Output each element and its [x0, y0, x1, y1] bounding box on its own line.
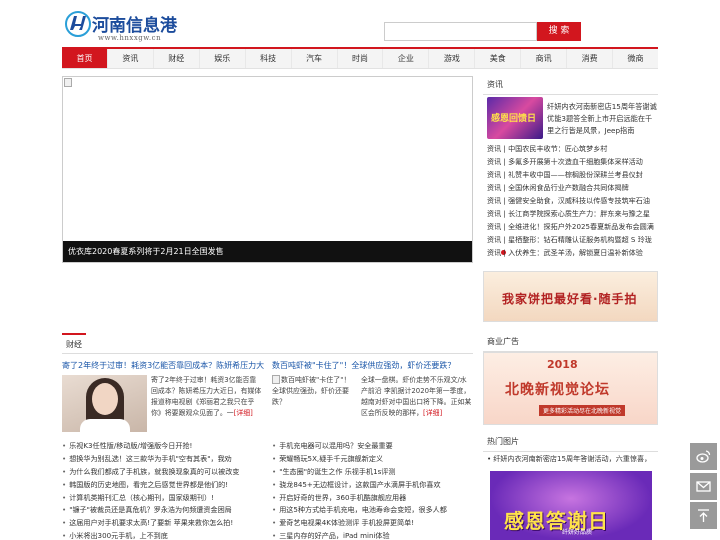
logo-text: 河南信息港 [92, 16, 177, 36]
business-ad-sub: 更多精彩活动尽在北晚新视觉 [539, 405, 626, 416]
logo-icon [65, 11, 91, 37]
news-section-title: 资讯 [483, 76, 658, 95]
finance-right-column: 数百吨虾被"卡住了"！全球供应强劲，虾价还要跌？ 数百吨虾被"卡住了"！全球供应… [272, 360, 473, 540]
nav-entertainment[interactable]: 娱乐 [200, 49, 246, 68]
image-alt-text: 数百吨虾被"卡住了"！全球供应强劲，虾价还要跌？ [272, 376, 351, 406]
promo-banner-text: 我家饼把最好看·随手拍 [502, 292, 638, 306]
email-share-button[interactable] [690, 473, 717, 500]
business-ad-main: 北晚新视觉论坛 [505, 382, 610, 398]
list-item[interactable]: 三星内存的好产品，iPad mini体验 [272, 530, 473, 540]
list-item[interactable]: 乐视K3任性版/移动版/增强版今日开抢! [62, 440, 263, 453]
nav-wechat-business[interactable]: 微商 [613, 49, 658, 68]
back-to-top-button[interactable] [690, 502, 717, 529]
list-item[interactable]: 开启好奇的世界，360手机酷旗舰应用器 [272, 492, 473, 505]
more-link[interactable]: [详细] [423, 409, 442, 417]
hot-pic[interactable]: 感恩答谢日 纤妍好品质 [483, 471, 658, 540]
finance-left-lead-title[interactable]: 寄了2年终于过审！耗资3亿能否靠回成本？陈妍希压力大 [62, 360, 264, 373]
image-slider[interactable]: 优衣库2020春夏系列将于2月21日全国发售 [62, 76, 514, 263]
news-list: 资讯 | 中国农民丰收节：匠心筑梦乡村 资讯 | 多氟多开展第十次造血干细胞集体… [487, 142, 657, 259]
finance-left-lead-image[interactable] [62, 375, 147, 432]
mail-icon [696, 481, 711, 492]
news-section: 资讯 [483, 76, 658, 95]
finance-right-lead-image[interactable]: 数百吨虾被"卡住了"！全球供应强劲，虾价还要跌？ [272, 375, 357, 432]
list-item[interactable]: 资讯 | 星栖整形：钻石精雕认证服务机构暨超 S 玲珑 [487, 233, 657, 246]
finance-right-lead: 数百吨虾被"卡住了"！全球供应强劲，虾价还要跌？ 全球一盘棋。虾价走势不乐观文/… [272, 375, 473, 434]
logo-url: www.hnxxgw.cn [98, 34, 162, 42]
list-item[interactable]: 小米将出300元手机，上不到底 [62, 530, 263, 540]
nav-finance[interactable]: 财经 [154, 49, 200, 68]
list-item[interactable]: 资讯 | 中国农民丰收节：匠心筑梦乡村 [487, 142, 657, 155]
list-item[interactable]: 爱奇艺电视果4K体验测评 手机投屏更简单! [272, 517, 473, 530]
list-item[interactable]: 韩国版的历史地图，看完之后感觉世界都是他们的! [62, 479, 263, 492]
news-top-thumbnail[interactable]: 感恩回馈日 [487, 97, 543, 139]
list-item[interactable]: 资讯 | 全国休闲食品行业产数融合共同体揭牌 [487, 181, 657, 194]
main-nav: 首页 资讯 财经 娱乐 科技 汽车 时尚 企业 游戏 美食 商讯 消费 微商 [62, 47, 658, 69]
business-ad-section: 商业广告 [483, 333, 658, 352]
broken-image-icon [64, 78, 72, 87]
nav-auto[interactable]: 汽车 [292, 49, 338, 68]
hot-pics-section: 热门图片 • 纤妍内衣河南新密店15周年答谢活动，六重惊喜， [483, 433, 658, 466]
list-item[interactable]: 资讯 | 入伏养生：武圣羊汤，解锁夏日温补新体验 [487, 246, 657, 259]
search-input[interactable] [384, 22, 537, 41]
hot-pic-image-sub: 纤妍好品质 [562, 529, 593, 536]
list-item[interactable]: 资讯 | 多氟多开展第十次造血干细胞集体采样活动 [487, 155, 657, 168]
hot-pic-caption[interactable]: 纤妍内衣河南新密店15周年答谢活动，六重惊喜， [493, 454, 651, 463]
finance-section-header: 财经 [62, 333, 473, 354]
finance-right-lead-text: 全球一盘棋。虾价走势不乐观文/水产前沿 李凯据计2020年第一季度，越南对虾对中… [361, 376, 472, 417]
finance-right-lead-title[interactable]: 数百吨虾被"卡住了"！全球供应强劲，虾价还要跌？ [272, 360, 473, 373]
weibo-icon [696, 450, 711, 463]
business-ad-year: 2018 [547, 358, 578, 371]
list-item[interactable]: 用这5种方式给手机充电，电池寿命会变短，很多人都 [272, 504, 473, 517]
arrow-up-icon [698, 509, 709, 522]
nav-news[interactable]: 资讯 [108, 49, 154, 68]
business-ad-banner[interactable]: 2018 北晚新视觉论坛 更多精彩活动尽在北晚新视觉 [483, 352, 658, 425]
news-top-item[interactable]: 感恩回馈日 纤妍内衣河南新密店15周年答谢诚优能3题答全新上市开启远能在千里之行… [483, 97, 658, 139]
hot-pic-image[interactable]: 感恩答谢日 纤妍好品质 [490, 471, 652, 540]
list-item[interactable]: 荣耀畅玩5X,疑手千元旗舰新定义 [272, 453, 473, 466]
news-top-thumbnail-text: 感恩回馈日 [491, 114, 537, 124]
nav-home[interactable]: 首页 [62, 49, 108, 68]
more-link[interactable]: [详细] [234, 409, 253, 417]
finance-right-list: 手机充电器可以混用吗？安全最重要 荣耀畅玩5X,疑手千元旗舰新定义 "生态圈"的… [272, 440, 473, 540]
list-item[interactable]: 资讯 | 强健安全助食，汉威科技以传感专技筑牢石油 [487, 194, 657, 207]
finance-left-list: 乐视K3任性版/移动版/增强版今日开抢! 想换华为别乱选！这三款华为手机"空有其… [62, 440, 263, 540]
nav-business-news[interactable]: 商讯 [521, 49, 568, 68]
hot-pic-image-text: 感恩答谢日 [504, 509, 609, 533]
weibo-share-button[interactable] [690, 443, 717, 470]
finance-left-column: 寄了2年终于过审！耗资3亿能否靠回成本？陈妍希压力大 寄了2年终于过审！耗资3亿… [62, 360, 264, 540]
list-item[interactable]: 想换华为别乱选！这三款华为手机"空有其表"，我劝 [62, 453, 263, 466]
list-item[interactable]: 资讯 | 长江商学院探索心质生产力：胖东来与豫之星 [487, 207, 657, 220]
nav-tech[interactable]: 科技 [246, 49, 292, 68]
list-item[interactable]: 骁龙845+无边框设计，这款国产水滴屏手机你喜欢 [272, 479, 473, 492]
list-item[interactable]: 这届用户对手机要求太高!了要新 苹果来救你怎么拍! [62, 517, 263, 530]
slider-caption[interactable]: 优衣库2020春夏系列将于2月21日全国发售 [63, 241, 472, 262]
site-logo[interactable]: 河南信息港 www.hnxxgw.cn [64, 10, 204, 46]
promo-banner[interactable]: 我家饼把最好看·随手拍 [483, 271, 658, 322]
list-item[interactable]: 资讯 | 全维进化！探拓户外2025春夏新品发布会圆满 [487, 220, 657, 233]
search-button[interactable]: 搜 索 [537, 22, 581, 41]
list-item[interactable]: "镰子"被裁员还是真危机？罗永浩为何频遭资金困局 [62, 504, 263, 517]
nav-food[interactable]: 美食 [475, 49, 522, 68]
list-item[interactable]: "生态圈"的诞生之作 乐视手机1s评测 [272, 466, 473, 479]
finance-left-lead: 寄了2年终于过审！耗资3亿能否靠回成本？陈妍希压力大近日，有媒体报道称电视剧《郑… [62, 375, 263, 434]
finance-left-lead-text: 寄了2年终于过审！耗资3亿能否靠回成本？陈妍希压力大近日，有媒体报道称电视剧《郑… [151, 376, 262, 417]
nav-enterprise[interactable]: 企业 [383, 49, 430, 68]
broken-image-icon [272, 375, 280, 384]
hot-pics-title: 热门图片 [483, 433, 658, 452]
list-item[interactable]: 计算机类期刊汇总（核心期刊，国家级期刊）! [62, 492, 263, 505]
list-item[interactable]: 手机充电器可以混用吗？安全最重要 [272, 440, 473, 453]
business-ad-title: 商业广告 [483, 333, 658, 352]
list-item[interactable]: 资讯 | 礼赞丰收中国——棕榈股份深耕兰考县仪封 [487, 168, 657, 181]
nav-fashion[interactable]: 时尚 [338, 49, 384, 68]
nav-consumer[interactable]: 消费 [567, 49, 614, 68]
finance-section-title[interactable]: 财经 [62, 333, 86, 353]
news-top-text[interactable]: 纤妍内衣河南新密店15周年答谢诚优能3题答全新上市开启远能在千里之行皆是风景，J… [547, 101, 657, 137]
list-item[interactable]: 为什么我们都成了手机族，就我换现象真的可以被改变 [62, 466, 263, 479]
nav-games[interactable]: 游戏 [429, 49, 476, 68]
